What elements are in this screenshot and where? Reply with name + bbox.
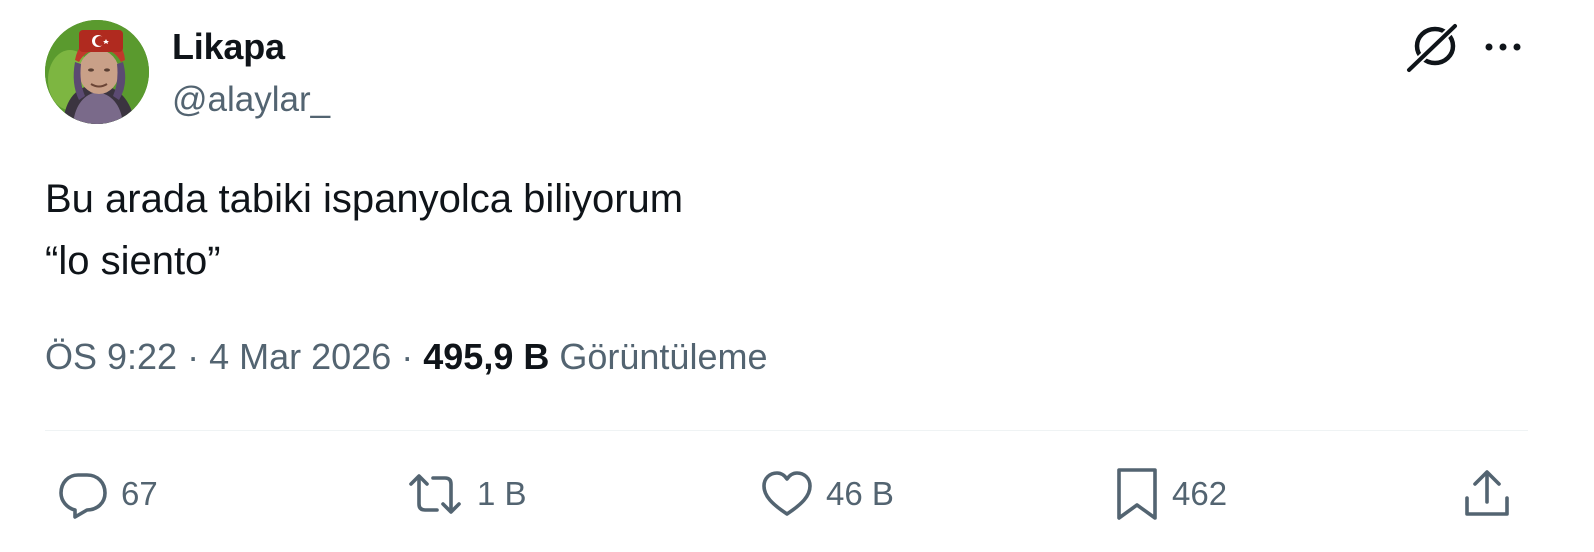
tweet-card: Likapa @alaylar_ Bu arada tabiki ispanyo…	[0, 0, 1594, 552]
heart-icon	[762, 471, 812, 516]
retweet-button[interactable]: 1 B	[405, 466, 527, 522]
user-avatar[interactable]	[45, 20, 149, 124]
retweet-icon	[409, 474, 461, 514]
tweet-meta: ÖS 9:22 · 4 Mar 2026 · 495,9 B Görüntüle…	[45, 336, 767, 378]
like-button[interactable]: 46 B	[760, 466, 894, 522]
share-icon	[1465, 470, 1509, 516]
tweet-text-line: Bu arada tabiki ispanyolca biliyorum	[45, 177, 684, 221]
views-label: Görüntüleme	[559, 336, 768, 377]
tweet-text-line: “lo siento”	[45, 239, 221, 283]
bookmark-icon	[1117, 468, 1157, 520]
reply-button[interactable]: 67	[57, 466, 158, 522]
bookmark-button[interactable]: 462	[1114, 466, 1227, 522]
tweet-text: Bu arada tabiki ispanyolca biliyorum “lo…	[45, 168, 683, 292]
views-count: 495,9 B	[423, 336, 550, 377]
tweet-date[interactable]: 4 Mar 2026	[209, 336, 391, 377]
divider	[45, 430, 1528, 431]
author-display-name[interactable]: Likapa	[172, 26, 285, 68]
share-button[interactable]	[1462, 466, 1512, 522]
retweet-count: 1 B	[477, 475, 527, 512]
meta-separator: ·	[187, 336, 200, 377]
meta-separator: ·	[401, 336, 414, 377]
reply-count: 67	[121, 475, 158, 512]
reply-icon	[59, 473, 107, 519]
author-handle[interactable]: @alaylar_	[172, 80, 330, 120]
bookmark-count: 462	[1172, 475, 1228, 512]
tweet-time[interactable]: ÖS 9:22	[45, 336, 177, 377]
like-count: 46 B	[826, 475, 894, 512]
more-icon[interactable]	[1480, 30, 1526, 64]
avatar-image	[45, 20, 149, 124]
grok-icon[interactable]	[1405, 22, 1461, 74]
